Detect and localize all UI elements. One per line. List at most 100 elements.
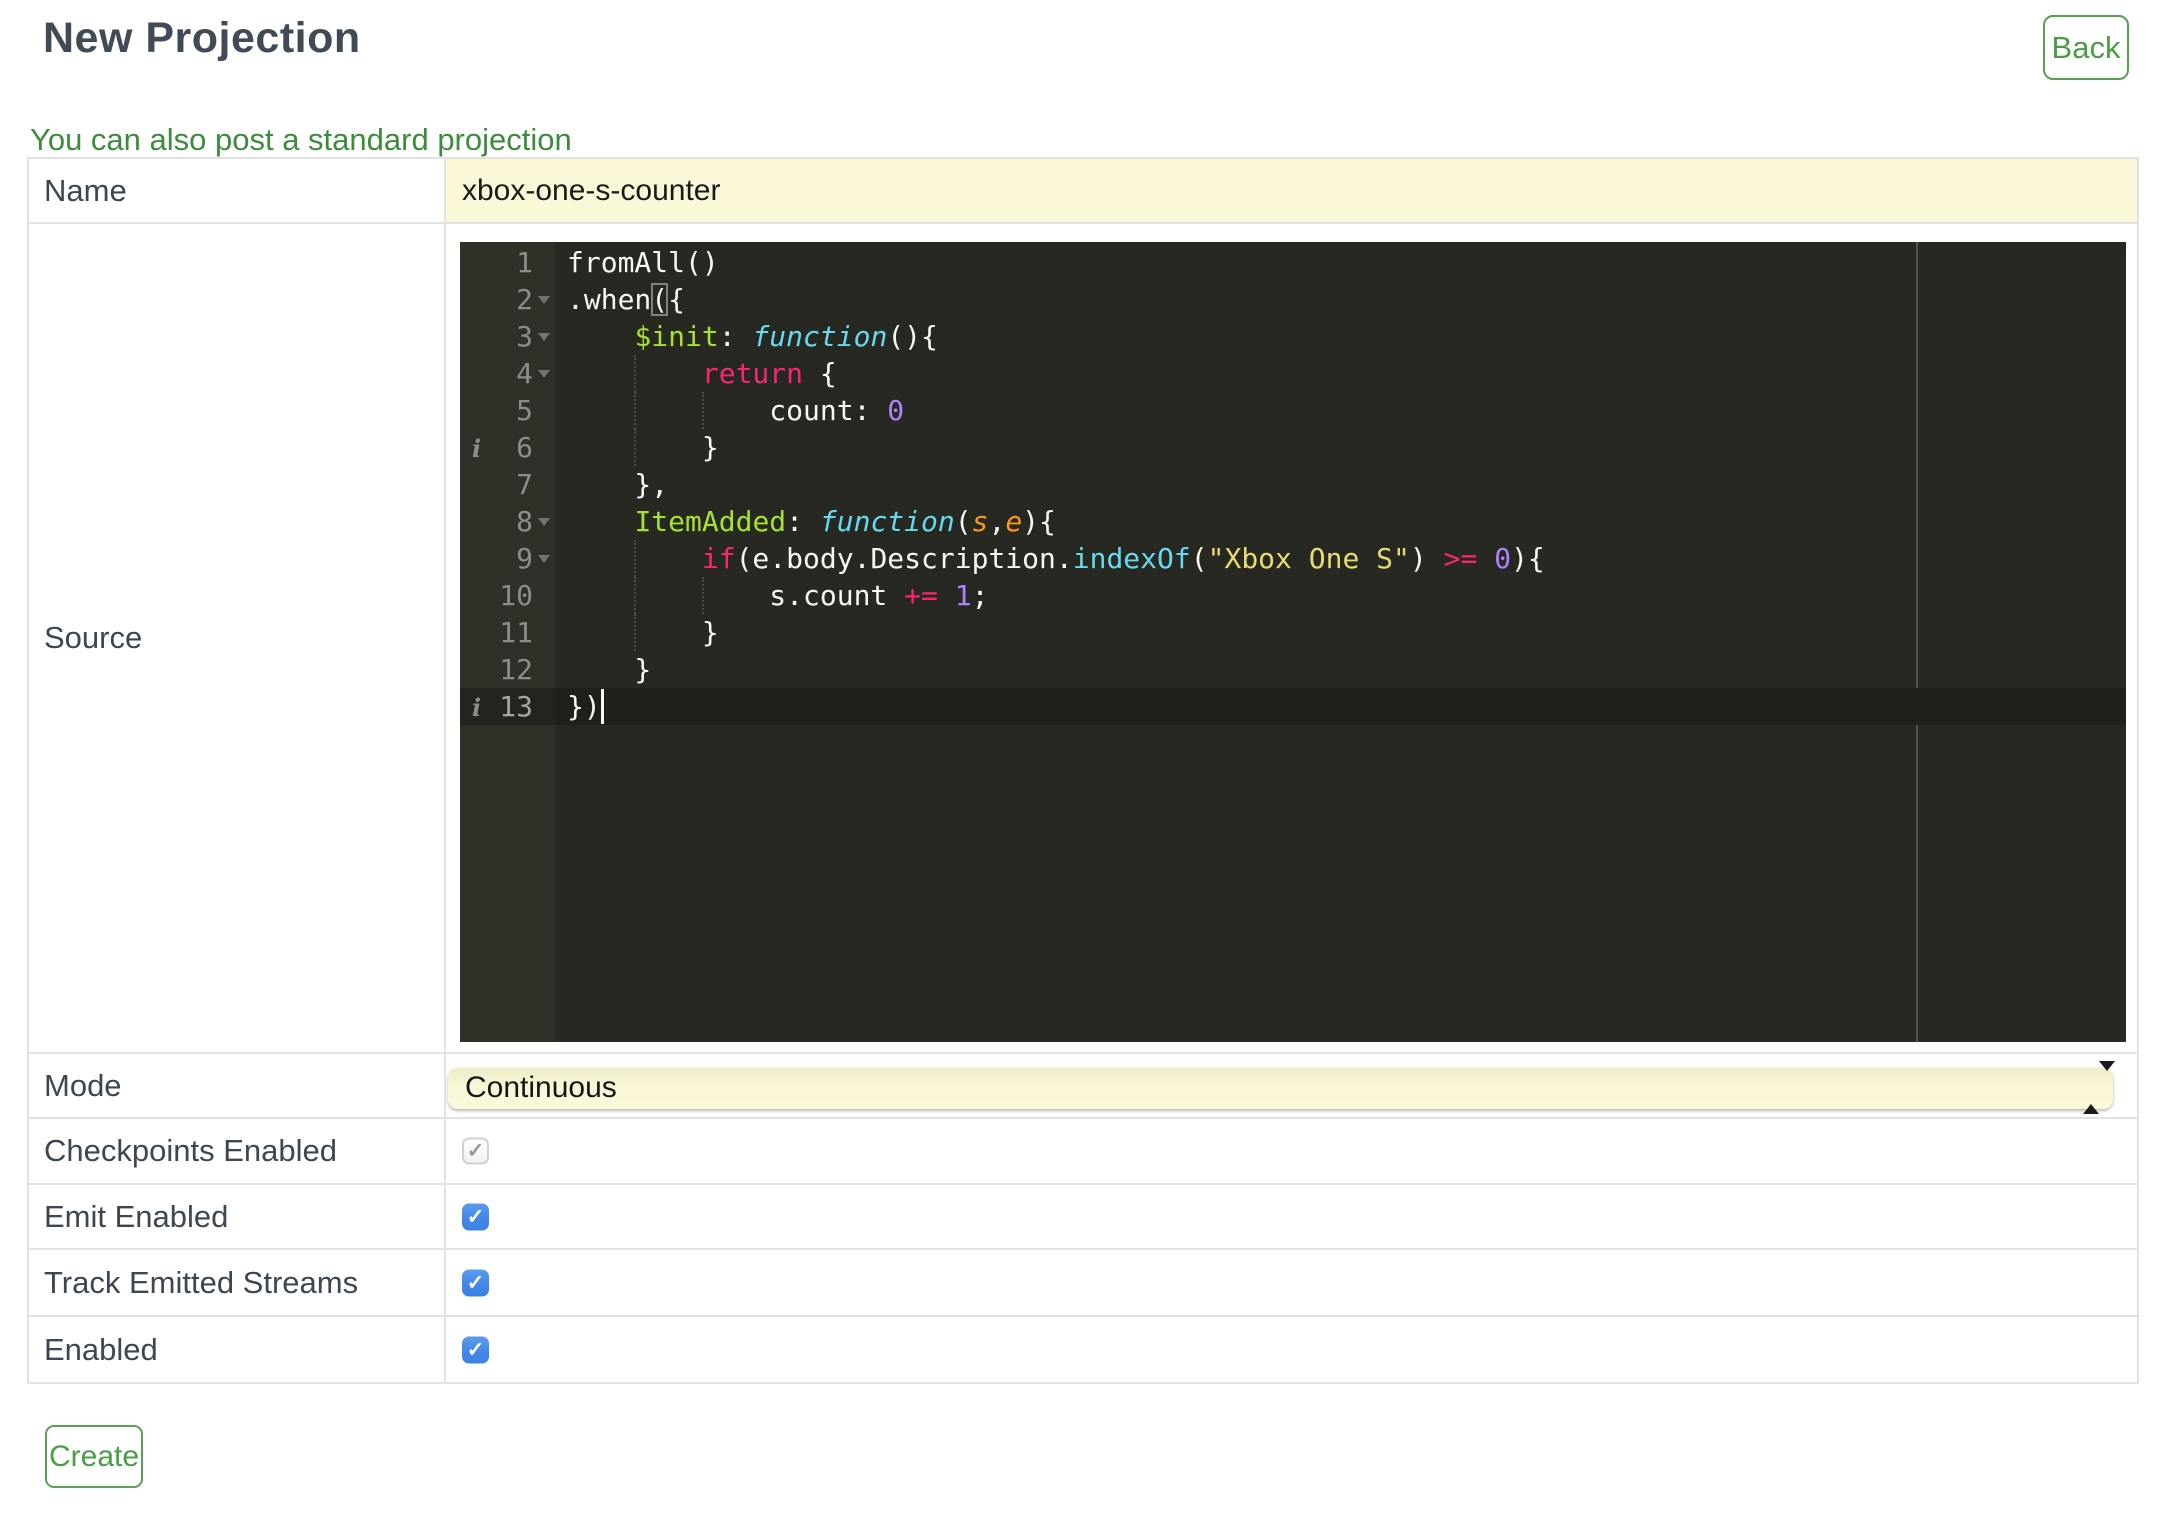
- code-token: return: [701, 357, 804, 390]
- select-arrows-icon: [2083, 1061, 2115, 1114]
- code-token: }: [567, 653, 652, 686]
- code-line: ItemAdded: function(s,e){: [460, 503, 2126, 540]
- back-button[interactable]: Back: [2043, 15, 2129, 80]
- indent-guide: [701, 577, 705, 614]
- checkbox-row-label: Enabled: [29, 1317, 446, 1382]
- indent-guide: [634, 577, 637, 614]
- code-token: ,: [988, 505, 1006, 538]
- source-code-editor[interactable]: 1 2 3 4 5 i 6 7 8 9 10 11 12 i 13 fromAll() .when({ $in…: [460, 242, 2126, 1042]
- code-token: (: [1190, 542, 1208, 575]
- code-token: indexOf: [1072, 542, 1191, 575]
- code-line: return {: [460, 355, 2126, 392]
- checkbox-row-label: Track Emitted Streams: [29, 1250, 446, 1315]
- code-line: }: [460, 651, 2126, 688]
- code-token: {: [668, 283, 686, 316]
- code-token: 0: [1494, 542, 1512, 575]
- table-row-emit-enabled: Emit Enabled ✓: [29, 1185, 2137, 1250]
- indent-guide: [634, 429, 637, 466]
- code-token: (: [954, 505, 972, 538]
- code-token: function: [752, 320, 888, 353]
- code-token: ItemAdded: [634, 505, 787, 538]
- table-row-checkpoints-enabled: Checkpoints Enabled ✓: [29, 1119, 2137, 1185]
- code-token: ): [1409, 542, 1444, 575]
- code-token: >=: [1443, 542, 1478, 575]
- mode-label: Mode: [29, 1054, 446, 1117]
- code-token: }): [567, 690, 601, 723]
- table-row-mode: Mode Continuous: [29, 1054, 2137, 1119]
- code-line: s.count += 1;: [460, 577, 2126, 614]
- code-line: if(e.body.Description.indexOf("Xbox One …: [460, 540, 2126, 577]
- indent-guide: [634, 355, 637, 392]
- code-token: $init: [634, 320, 719, 353]
- checkbox-row-label: Checkpoints Enabled: [29, 1119, 446, 1183]
- table-row-track-emitted-streams: Track Emitted Streams ✓: [29, 1250, 2137, 1317]
- code-token: 1: [954, 579, 972, 612]
- checkbox-emit-enabled[interactable]: ✓: [462, 1203, 489, 1230]
- page-title: New Projection: [43, 14, 361, 62]
- code-token: +=: [904, 579, 938, 612]
- name-label: Name: [29, 159, 446, 222]
- indent-guide: [634, 392, 637, 429]
- back-button-label: Back: [2051, 29, 2121, 65]
- checkbox-value-cell: ✓: [446, 1250, 2137, 1315]
- code-line: }: [460, 429, 2126, 466]
- checkbox-enabled[interactable]: ✓: [462, 1336, 489, 1363]
- create-button-label: Create: [48, 1439, 140, 1473]
- code-token: (: [651, 283, 669, 316]
- code-token: e: [1005, 505, 1023, 538]
- code-line: fromAll(): [460, 244, 2126, 281]
- code-token: ;: [971, 579, 989, 612]
- code-line: count: 0: [460, 392, 2126, 429]
- code-token: {: [803, 357, 837, 390]
- indent-guide: [701, 392, 705, 429]
- checkbox-rows: Checkpoints Enabled ✓ Emit Enabled ✓ Track E…: [29, 1119, 2137, 1382]
- code-token: count:: [567, 394, 888, 427]
- mode-select[interactable]: Continuous: [448, 1061, 2115, 1114]
- table-row-name: Name: [29, 159, 2137, 224]
- code-token: s: [971, 505, 989, 538]
- code-line: },: [460, 466, 2126, 503]
- code-token: fromAll(): [567, 246, 719, 279]
- code-token: .when: [567, 283, 652, 316]
- code-token: function: [819, 505, 955, 538]
- code-token: ){: [1022, 505, 1056, 538]
- code-token: if: [701, 542, 736, 575]
- code-token: :: [718, 320, 753, 353]
- code-token: }: [567, 616, 719, 649]
- code-token: },: [567, 468, 669, 501]
- checkbox-value-cell: ✓: [446, 1185, 2137, 1248]
- checkbox-value-cell: ✓: [446, 1119, 2137, 1183]
- code-token: :: [786, 505, 820, 538]
- code-token: }: [567, 431, 719, 464]
- code-token: 0: [887, 394, 905, 427]
- code-token: ){: [1511, 542, 1545, 575]
- name-value-cell: [446, 159, 2137, 222]
- disabled-checkbox-checkpoints-enabled: ✓: [462, 1137, 489, 1165]
- table-row-enabled: Enabled ✓: [29, 1317, 2137, 1382]
- mode-value-cell: Continuous: [446, 1054, 2137, 1117]
- mode-select-value: Continuous: [465, 1071, 617, 1104]
- code-token: "Xbox One S": [1207, 542, 1410, 575]
- checkbox-track-emitted-streams[interactable]: ✓: [462, 1269, 489, 1296]
- table-row-source: Source 1 2 3 4 5 i 6 7 8 9 10 11 12 i 13 fromAll() .whe…: [29, 224, 2137, 1054]
- create-button[interactable]: Create: [45, 1425, 143, 1488]
- code-line: .when({: [460, 281, 2126, 318]
- standard-projection-link[interactable]: You can also post a standard projection: [30, 122, 572, 158]
- text-cursor: [600, 689, 604, 724]
- indent-guide: [634, 614, 637, 651]
- checkbox-value-cell: ✓: [446, 1317, 2137, 1382]
- code-line: }): [460, 688, 2126, 725]
- code-line: $init: function(){: [460, 318, 2126, 355]
- projection-form-table: Name Source 12345i6789101112i13 fromAll(…: [27, 157, 2139, 1384]
- code-token: s.count: [567, 579, 905, 612]
- name-input[interactable]: [446, 159, 2137, 222]
- checkbox-row-label: Emit Enabled: [29, 1185, 446, 1248]
- code-token: (){: [887, 320, 938, 353]
- source-value-cell: 1 2 3 4 5 i 6 7 8 9 10 11 12 i 13 fromAll() .when({ $in…: [446, 224, 2137, 1052]
- source-label: Source: [29, 224, 446, 1052]
- code-line: }: [460, 614, 2126, 651]
